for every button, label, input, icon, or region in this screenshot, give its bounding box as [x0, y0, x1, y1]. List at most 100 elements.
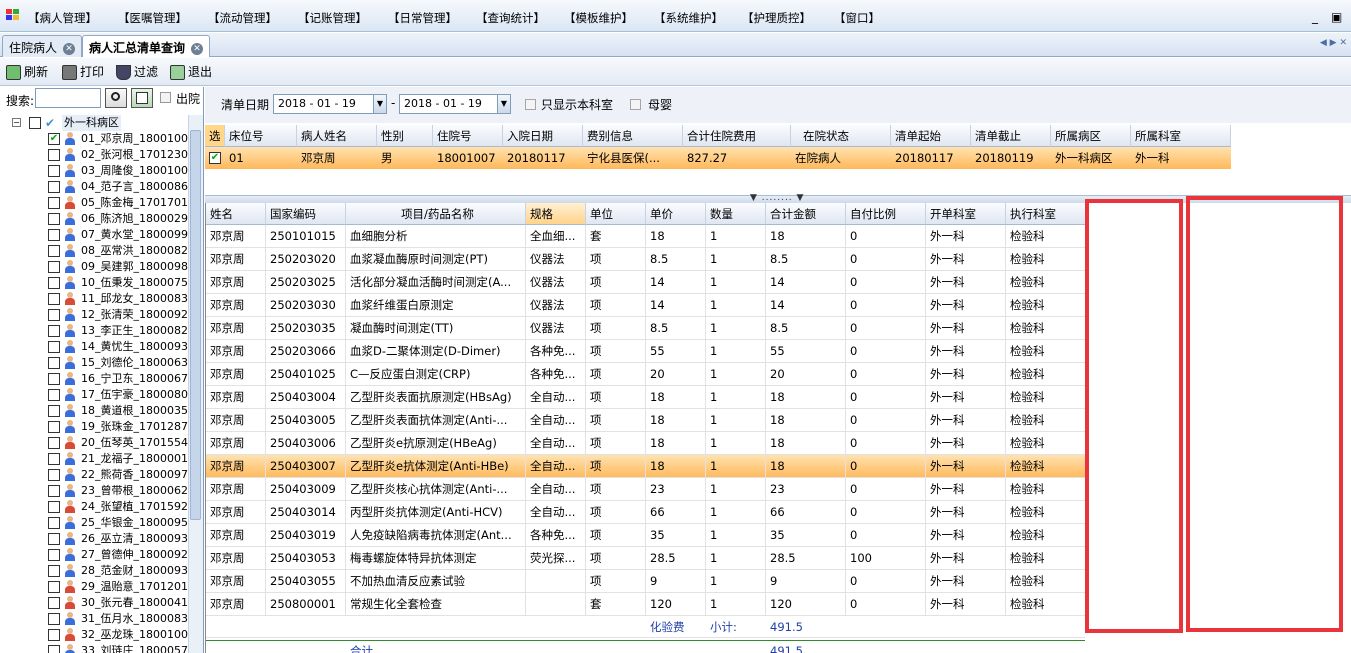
menu-flow-management[interactable]: 【流动管理】 — [208, 10, 277, 26]
patient-checkbox[interactable] — [48, 165, 60, 177]
patient-checkbox[interactable] — [48, 629, 60, 641]
patient-checkbox[interactable] — [48, 261, 60, 273]
col-header-name[interactable]: 姓名 — [206, 203, 266, 225]
menu-daily-management[interactable]: 【日常管理】 — [388, 10, 457, 26]
patient-checkbox[interactable] — [48, 405, 60, 417]
patient-checkbox[interactable] — [48, 645, 60, 653]
row-select-checkbox[interactable]: ✔ — [209, 152, 221, 164]
col-header-spec[interactable]: 规格 — [526, 203, 586, 225]
detail-row[interactable]: 邓京周 250403014 丙型肝炎抗体测定(Anti-HCV) 全自动... 项 66 1… — [206, 501, 1085, 524]
patient-checkbox[interactable] — [48, 277, 60, 289]
minimize-icon[interactable]: _ — [1312, 10, 1318, 24]
detail-row[interactable]: 邓京周 250101015 血细胞分析 全血细... 套 18 1 18 0 外一科 检验科 — [206, 225, 1085, 248]
menu-window[interactable]: 【窗口】 — [834, 10, 880, 26]
tree-refresh-button[interactable] — [131, 88, 153, 108]
patient-checkbox[interactable] — [48, 533, 60, 545]
collapse-icon[interactable]: − — [12, 118, 21, 127]
col-header-ordering-dept[interactable]: 开单科室 — [926, 203, 1006, 225]
search-input[interactable] — [35, 88, 101, 108]
patient-checkbox[interactable] — [48, 501, 60, 513]
date-from-dropdown[interactable]: ▼ — [373, 94, 387, 114]
menu-system-maintenance[interactable]: 【系统维护】 — [654, 10, 723, 26]
patient-checkbox[interactable] — [48, 341, 60, 353]
menu-template-maintenance[interactable]: 【模板维护】 — [564, 10, 633, 26]
patient-checkbox[interactable] — [48, 389, 60, 401]
filter-button[interactable]: 过滤 — [116, 63, 158, 81]
detail-row[interactable]: 邓京周 250203025 活化部分凝血活酶时间测定(A... 仪器法项 14 1 14 0 外… — [206, 271, 1085, 294]
print-button[interactable]: 打印 — [62, 63, 104, 81]
ward-checkbox[interactable] — [29, 117, 41, 129]
detail-row[interactable]: 邓京周 250403005 乙型肝炎表面抗体测定(Anti-... 全自动... 项 18… — [206, 409, 1085, 432]
col-header-fee-type[interactable]: 费别信息 — [583, 125, 683, 147]
patient-checkbox[interactable] — [48, 469, 60, 481]
detail-row[interactable]: 邓京周 250203035 凝血酶时间测定(TT) 仪器法项 8.5 1 8.5 0 外一科 检验… — [206, 317, 1085, 340]
exit-button[interactable]: 退出 — [170, 63, 212, 81]
detail-row[interactable]: 邓京周 250403004 乙型肝炎表面抗原测定(HBsAg) 全自动... 项 18 1 1… — [206, 386, 1085, 409]
patient-checkbox[interactable] — [48, 581, 60, 593]
patient-checkbox[interactable] — [48, 549, 60, 561]
only-dept-checkbox[interactable] — [525, 99, 536, 110]
detail-row[interactable]: 邓京周 250203066 血浆D-二聚体测定(D-Dimer) 各种免... 项 55 1… — [206, 340, 1085, 363]
patient-checkbox[interactable] — [48, 597, 60, 609]
col-header-item-name[interactable]: 项目/药品名称 — [346, 203, 526, 225]
menu-nursing-qc[interactable]: 【护理质控】 — [742, 10, 811, 26]
col-header-select[interactable]: 选 — [205, 125, 225, 147]
patient-checkbox[interactable] — [48, 373, 60, 385]
detail-row[interactable]: 邓京周 250403055 不加热血清反应素试验项 9 1 9 0 外一科 检验科 — [206, 570, 1085, 593]
col-header-patient-name[interactable]: 病人姓名 — [297, 125, 377, 147]
col-header-department[interactable]: 所属科室 — [1131, 125, 1231, 147]
detail-row[interactable]: 邓京周 250203030 血浆纤维蛋白原测定 仪器法项 14 1 14 0 外一科 检验科 — [206, 294, 1085, 317]
col-header-national-code[interactable]: 国家编码 — [266, 203, 346, 225]
patient-checkbox[interactable] — [48, 197, 60, 209]
patient-checkbox[interactable] — [48, 613, 60, 625]
patient-checkbox[interactable] — [48, 149, 60, 161]
detail-row[interactable]: 邓京周 250403053 梅毒螺旋体特异抗体测定 荧光探... 项 28.5 1 28.5 1… — [206, 547, 1085, 570]
detail-row[interactable]: 邓京周 250401025 C—反应蛋白测定(CRP) 各种免... 项 20 1 20 0 外一… — [206, 363, 1085, 386]
patient-checkbox[interactable] — [48, 245, 60, 257]
detail-row[interactable]: 邓京周 250403007 乙型肝炎e抗体测定(Anti-HBe) 全自动... 项 18… — [206, 455, 1085, 478]
close-icon[interactable]: ✕ — [63, 42, 76, 55]
menu-order-management[interactable]: 【医嘱管理】 — [118, 10, 187, 26]
patient-checkbox[interactable] — [48, 437, 60, 449]
menu-patient-management[interactable]: 【病人管理】 — [28, 10, 97, 26]
col-header-gender[interactable]: 性别 — [377, 125, 433, 147]
refresh-button[interactable]: 刷新 — [6, 63, 48, 81]
patient-checkbox[interactable]: ✔ — [48, 133, 60, 145]
menu-billing-management[interactable]: 【记账管理】 — [298, 10, 367, 26]
date-to-field[interactable]: 2018 - 01 - 19 — [399, 94, 501, 114]
patient-checkbox[interactable] — [48, 213, 60, 225]
patient-checkbox[interactable] — [48, 453, 60, 465]
tab-scroll-arrows[interactable]: ◀ ▶ ✕ — [1320, 38, 1347, 48]
menu-query-statistics[interactable]: 【查询统计】 — [476, 10, 545, 26]
patient-checkbox[interactable] — [48, 357, 60, 369]
tab-patient-summary-query[interactable]: 病人汇总清单查询 ✕ — [82, 35, 211, 57]
col-header-list-end[interactable]: 清单截止 — [971, 125, 1051, 147]
col-header-self-pay-ratio[interactable]: 自付比例 — [846, 203, 926, 225]
patient-checkbox[interactable] — [48, 517, 60, 529]
patient-checkbox[interactable] — [48, 421, 60, 433]
patient-checkbox[interactable] — [48, 293, 60, 305]
col-header-admission-date[interactable]: 入院日期 — [503, 125, 583, 147]
col-header-amount[interactable]: 合计金额 — [766, 203, 846, 225]
col-header-status[interactable]: 在院状态 — [791, 125, 891, 147]
date-to-dropdown[interactable]: ▼ — [497, 94, 511, 114]
detail-row[interactable]: 邓京周 250403006 乙型肝炎e抗原测定(HBeAg) 全自动... 项 18 1 18… — [206, 432, 1085, 455]
detail-row[interactable]: 邓京周 250403019 人免疫缺陷病毒抗体测定(Ant... 各种免... 项 35 1… — [206, 524, 1085, 547]
col-header-ward[interactable]: 所属病区 — [1051, 125, 1131, 147]
summary-row-selected[interactable]: ✔ 01 邓京周 男 18001007 20180117 宁化县医保(... 8… — [205, 147, 1231, 169]
patient-checkbox[interactable] — [48, 229, 60, 241]
col-header-executing-dept[interactable]: 执行科室 — [1006, 203, 1085, 225]
patient-checkbox[interactable] — [48, 181, 60, 193]
patient-checkbox[interactable] — [48, 309, 60, 321]
detail-row[interactable]: 邓京周 250203020 血浆凝血酶原时间测定(PT) 仪器法项 8.5 1 8.5 0 外一… — [206, 248, 1085, 271]
detail-row[interactable]: 邓京周 250403009 乙型肝炎核心抗体测定(Anti-... 全自动... 项 23… — [206, 478, 1085, 501]
col-header-total-cost[interactable]: 合计住院费用 — [683, 125, 791, 147]
tree-scrollbar-thumb[interactable] — [190, 130, 201, 520]
col-header-bed[interactable]: 床位号 — [225, 125, 297, 147]
patient-checkbox[interactable] — [48, 565, 60, 577]
patient-checkbox[interactable] — [48, 325, 60, 337]
discharge-checkbox[interactable] — [160, 92, 171, 103]
col-header-unit-price[interactable]: 单价 — [646, 203, 706, 225]
col-header-quantity[interactable]: 数量 — [706, 203, 766, 225]
patient-checkbox[interactable] — [48, 485, 60, 497]
